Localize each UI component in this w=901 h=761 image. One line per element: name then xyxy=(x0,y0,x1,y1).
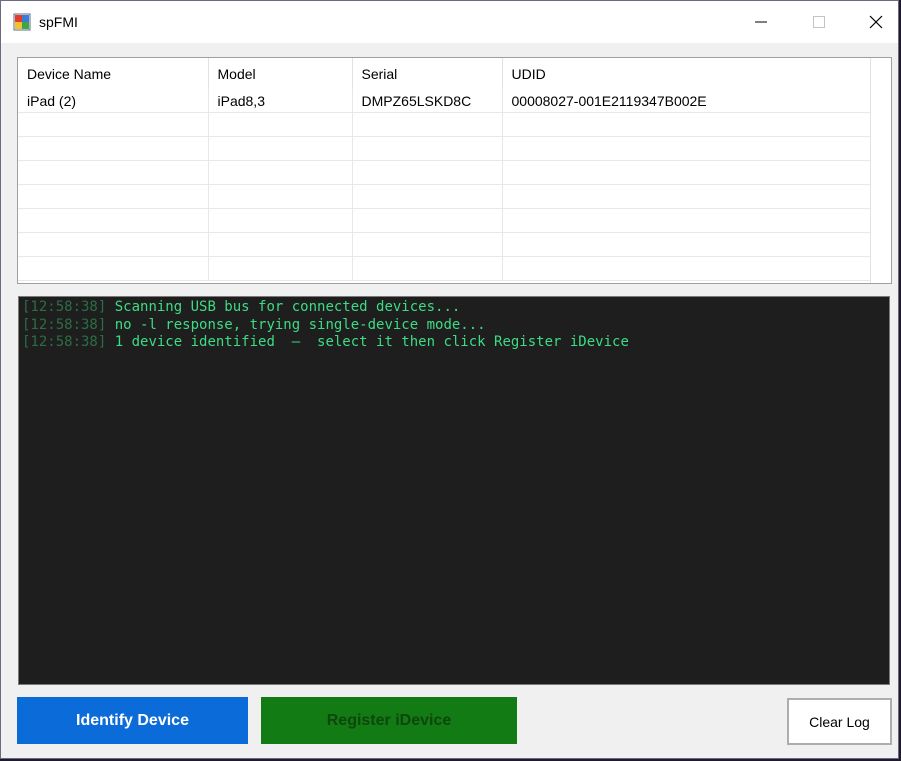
log-timestamp: [12:58:38] xyxy=(22,316,107,333)
log-message: 1 device identified — select it then cli… xyxy=(106,334,629,350)
column-header-udid[interactable]: UDID xyxy=(502,58,871,89)
log-message: no -l response, trying single-device mod… xyxy=(106,316,486,333)
cell-udid: 00008027-001E2119347B002E xyxy=(502,89,871,113)
log-line: [12:58:38] Scanning USB bus for connecte… xyxy=(22,299,889,317)
identify-device-button[interactable]: Identify Device xyxy=(17,697,248,744)
app-window: spFMI Device Name Model Serial UDID iPad… xyxy=(0,0,899,759)
column-header-device-name[interactable]: Device Name xyxy=(18,58,209,89)
clear-log-button[interactable]: Clear Log xyxy=(787,698,892,745)
empty-row xyxy=(18,208,871,233)
register-idevice-button[interactable]: Register iDevice xyxy=(261,697,517,744)
empty-row xyxy=(18,112,871,137)
minimize-button[interactable] xyxy=(732,1,790,43)
log-timestamp: [12:58:38] xyxy=(22,299,107,315)
column-header-model[interactable]: Model xyxy=(208,58,353,89)
empty-row xyxy=(18,256,871,281)
table-header-row: Device Name Model Serial UDID xyxy=(18,58,871,89)
device-list[interactable]: Device Name Model Serial UDID iPad (2) i… xyxy=(17,57,892,284)
maximize-button[interactable] xyxy=(790,1,848,43)
table-row[interactable]: iPad (2) iPad8,3 DMPZ65LSKD8C 00008027-0… xyxy=(18,89,871,113)
table-header-filler xyxy=(870,58,891,283)
close-icon xyxy=(869,15,883,29)
cell-device-name: iPad (2) xyxy=(18,89,209,113)
maximize-icon xyxy=(813,16,825,28)
empty-row xyxy=(18,184,871,209)
title-bar[interactable]: spFMI xyxy=(1,1,898,43)
window-title: spFMI xyxy=(39,14,78,30)
minimize-icon xyxy=(755,21,767,23)
log-timestamp: [12:58:38] xyxy=(22,334,107,350)
log-line: [12:58:38] no -l response, trying single… xyxy=(22,317,889,335)
log-output[interactable]: [12:58:38] Scanning USB bus for connecte… xyxy=(18,296,890,685)
device-table: Device Name Model Serial UDID iPad (2) i… xyxy=(18,58,871,281)
log-message: Scanning USB bus for connected devices..… xyxy=(106,299,461,315)
app-window-icon xyxy=(13,13,31,31)
empty-row xyxy=(18,136,871,161)
log-line: [12:58:38] 1 device identified — select … xyxy=(22,334,889,352)
close-button[interactable] xyxy=(847,1,898,43)
empty-row xyxy=(18,160,871,185)
empty-row xyxy=(18,232,871,257)
cell-serial: DMPZ65LSKD8C xyxy=(352,89,503,113)
cell-model: iPad8,3 xyxy=(208,89,353,113)
column-header-serial[interactable]: Serial xyxy=(352,58,503,89)
